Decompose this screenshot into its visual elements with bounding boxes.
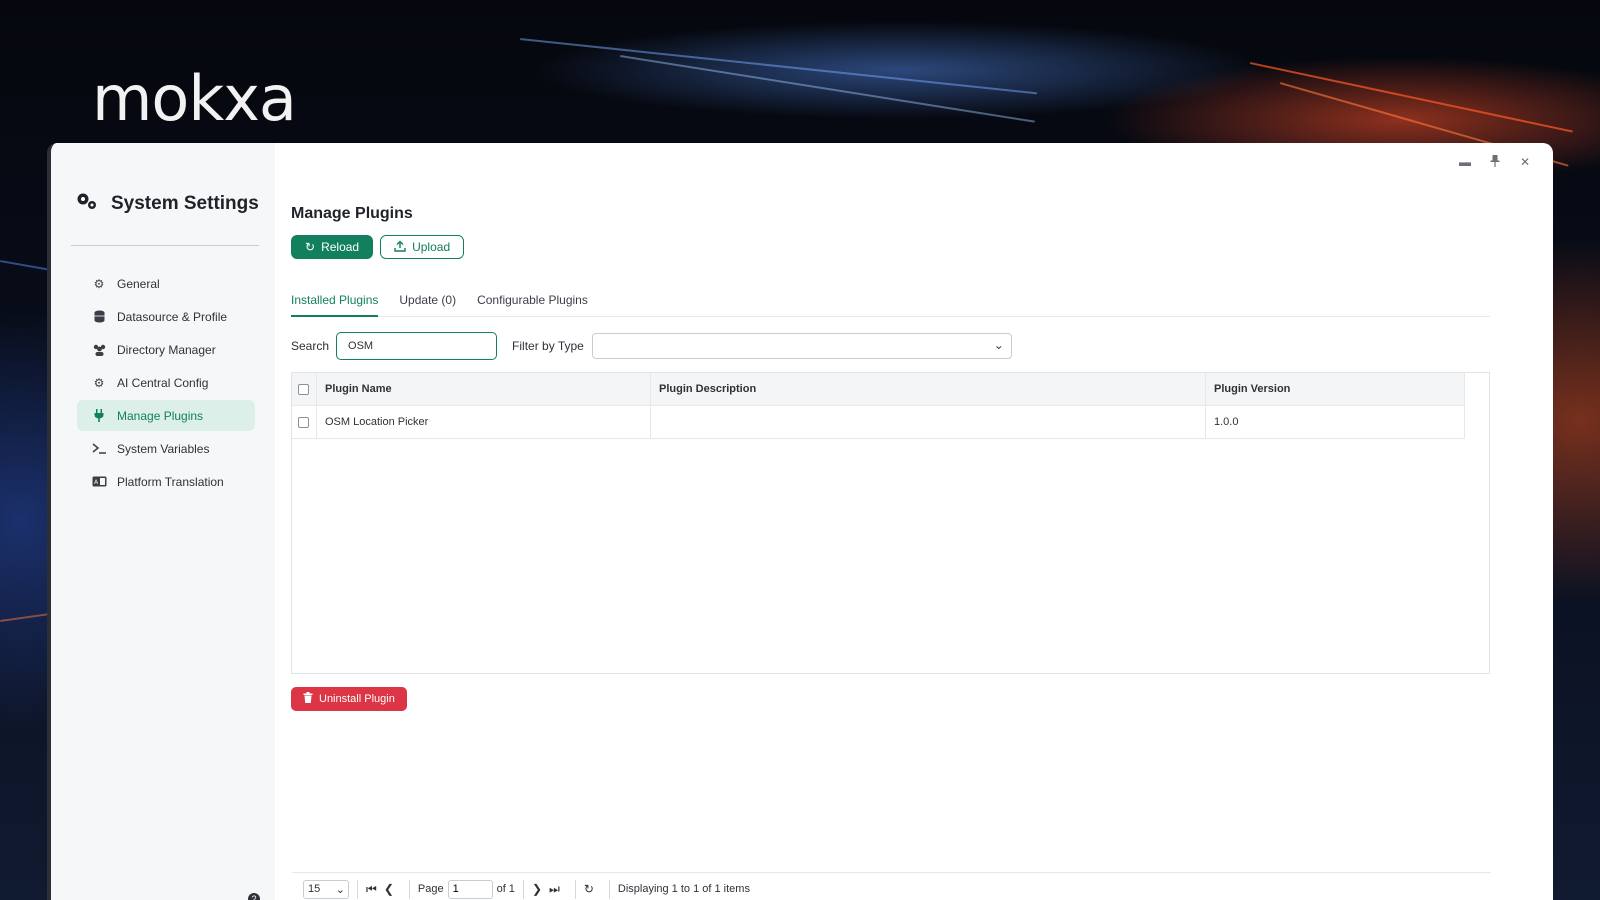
display-count-text: Displaying 1 to 1 of 1 items	[617, 883, 750, 895]
column-header-description[interactable]: Plugin Description	[651, 373, 1206, 405]
page-size-value: 15	[308, 883, 321, 895]
sidebar-divider	[71, 245, 259, 246]
upload-icon	[394, 240, 406, 255]
select-all-checkbox[interactable]	[298, 383, 309, 395]
gear-icon: ⚙	[93, 276, 105, 291]
page-title: Manage Plugins	[291, 205, 413, 222]
sidebar-menu: ⚙ General Datasource & Profile Directory…	[77, 268, 255, 499]
sidebar-item-ai-central[interactable]: ⚙ AI Central Config	[77, 367, 255, 398]
page-number-input[interactable]	[447, 879, 493, 899]
gear-icon: ⚙	[93, 375, 105, 390]
sidebar-item-platform-translation[interactable]: A Platform Translation	[77, 466, 255, 497]
column-header-name[interactable]: Plugin Name	[317, 373, 651, 405]
uninstall-plugin-button[interactable]: Uninstall Plugin	[291, 687, 407, 711]
page-label: Page	[417, 883, 444, 895]
main-panel: Manage Plugins ↻ Reload Upload Installed…	[291, 143, 1553, 900]
sidebar-item-label: Manage Plugins	[117, 408, 204, 423]
table-row[interactable]: OSM Location Picker 1.0.0	[292, 406, 1465, 439]
row-checkbox[interactable]	[298, 416, 309, 428]
tab-update[interactable]: Update (0)	[399, 293, 456, 317]
database-icon	[91, 310, 107, 323]
sidebar-item-directory[interactable]: Directory Manager	[77, 334, 255, 365]
upload-label: Upload	[412, 240, 451, 254]
pager-divider	[357, 879, 358, 899]
trash-icon	[303, 692, 313, 706]
plugin-name-cell: OSM Location Picker	[317, 406, 651, 438]
gears-icon	[75, 191, 99, 216]
tab-configurable-plugins[interactable]: Configurable Plugins	[477, 293, 588, 317]
table-pager: 15 ⌄ ⏮ ❮ Page of 1 ❯ ⏭ ↻ Displaying 1 to…	[292, 872, 1491, 900]
sidebar-item-label: Datasource & Profile	[117, 309, 228, 324]
plug-icon	[91, 409, 107, 422]
sidebar-item-label: Directory Manager	[117, 342, 216, 357]
uninstall-label: Uninstall Plugin	[319, 693, 395, 705]
chevron-down-icon: ⌄	[335, 883, 345, 896]
reload-button[interactable]: ↻ Reload	[291, 235, 374, 259]
help-icon[interactable]: ?	[248, 893, 260, 900]
sidebar-item-label: AI Central Config	[117, 375, 209, 390]
sidebar-item-general[interactable]: ⚙ General	[77, 268, 255, 299]
sidebar-item-label: System Variables	[117, 441, 210, 456]
row-select-cell	[292, 406, 317, 438]
sidebar-header: System Settings	[75, 191, 259, 216]
filter-type-select[interactable]: ⌄	[591, 333, 1012, 359]
sidebar-item-datasource[interactable]: Datasource & Profile	[77, 301, 255, 332]
refresh-icon[interactable]: ↻	[584, 882, 594, 896]
sidebar-item-manage-plugins[interactable]: Manage Plugins	[77, 400, 255, 431]
language-icon: A	[91, 476, 107, 487]
pager-divider	[522, 879, 524, 899]
filter-bar: Search Filter by Type ⌄	[291, 332, 1012, 360]
first-page-icon[interactable]: ⏮	[366, 882, 377, 897]
brand-logo: mokxa	[92, 62, 297, 135]
pager-divider	[574, 879, 576, 899]
upload-button[interactable]: Upload	[380, 235, 465, 259]
chevron-down-icon: ⌄	[993, 338, 1004, 352]
plugin-version-cell: 1.0.0	[1206, 406, 1465, 438]
sidebar-title: System Settings	[111, 192, 259, 214]
pager-divider	[608, 879, 610, 899]
sidebar-item-label: Platform Translation	[117, 474, 224, 489]
table-header: Plugin Name Plugin Description Plugin Ve…	[292, 373, 1465, 406]
plugin-tabs: Installed Plugins Update (0) Configurabl…	[291, 293, 1490, 317]
tab-installed-plugins[interactable]: Installed Plugins	[291, 293, 379, 317]
prev-page-icon[interactable]: ❮	[384, 882, 394, 896]
last-page-icon[interactable]: ⏭	[549, 882, 560, 897]
search-input[interactable]	[336, 332, 498, 360]
plugins-table: Plugin Name Plugin Description Plugin Ve…	[291, 372, 1491, 899]
search-label: Search	[291, 339, 330, 353]
next-page-icon[interactable]: ❯	[532, 882, 542, 896]
select-all-cell	[292, 373, 317, 405]
refresh-icon: ↻	[305, 240, 316, 254]
terminal-icon	[91, 443, 107, 454]
pager-divider	[408, 879, 410, 899]
users-icon	[91, 344, 107, 356]
sidebar-item-system-variables[interactable]: System Variables	[77, 433, 255, 464]
filter-type-label: Filter by Type	[512, 339, 584, 353]
reload-label: Reload	[321, 240, 360, 254]
column-header-version[interactable]: Plugin Version	[1206, 373, 1465, 405]
page-count-label: of 1	[496, 883, 515, 895]
action-buttons: ↻ Reload Upload	[291, 235, 465, 259]
settings-window: System Settings ⚙ General Datasource & P…	[47, 143, 1553, 900]
page-size-select[interactable]: 15 ⌄	[303, 879, 349, 899]
plugin-description-cell	[651, 406, 1206, 438]
sidebar-item-label: General	[117, 276, 160, 291]
settings-sidebar: System Settings ⚙ General Datasource & P…	[51, 143, 275, 900]
